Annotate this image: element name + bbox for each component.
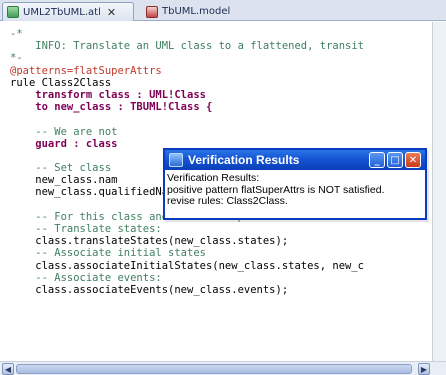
code-line: -- Associate events: bbox=[10, 271, 162, 284]
vertical-scrollbar[interactable] bbox=[432, 22, 446, 361]
code-line: class.associateInitialStates(new_class.s… bbox=[10, 259, 365, 272]
editor-tab-bar: UML2TbUML.atl ✕ TbUML.model bbox=[0, 0, 446, 21]
code-line: to new_class : TBUML!Class { bbox=[10, 101, 213, 114]
code-line: -* bbox=[10, 28, 23, 40]
atl-file-icon bbox=[7, 6, 19, 18]
code-line: rule Class2Class bbox=[10, 76, 112, 89]
verification-results-dialog: Verification Results _ □ ✕ Verification … bbox=[163, 148, 427, 220]
dialog-line: Verification Results: bbox=[167, 172, 260, 184]
code-line: class.associateEvents(new_class.events); bbox=[10, 283, 289, 296]
code-line: -- We are not bbox=[10, 125, 118, 138]
code-line: @patterns=flatSuperAttrs bbox=[10, 64, 162, 77]
code-line: -- Translate states: bbox=[10, 223, 162, 235]
scroll-thumb[interactable] bbox=[16, 364, 412, 374]
code-line: INFO: Translate an UML class to a flatte… bbox=[10, 40, 365, 53]
tab-label: TbUML.model bbox=[162, 6, 231, 17]
scroll-right-arrow-icon[interactable]: ▶ bbox=[418, 363, 430, 375]
dialog-titlebar[interactable]: Verification Results _ □ ✕ bbox=[165, 150, 425, 170]
maximize-button[interactable]: □ bbox=[387, 152, 403, 168]
close-button[interactable]: ✕ bbox=[405, 152, 421, 168]
close-icon[interactable]: ✕ bbox=[107, 6, 116, 19]
scroll-left-arrow-icon[interactable]: ◀ bbox=[2, 363, 14, 375]
java-window-icon bbox=[169, 153, 183, 167]
tab-label: UML2TbUML.atl bbox=[23, 6, 101, 18]
minimize-button[interactable]: _ bbox=[369, 152, 385, 168]
dialog-line: revise rules: Class2Class. bbox=[167, 195, 288, 207]
tab-tbuml-model[interactable]: TbUML.model bbox=[142, 2, 262, 21]
editor-gutter bbox=[0, 22, 8, 361]
code-line: class.translateStates(new_class.states); bbox=[10, 235, 289, 248]
code-line: *- bbox=[10, 52, 23, 65]
code-line: transform class : UML!Class bbox=[10, 88, 206, 101]
tab-uml2tbuml[interactable]: UML2TbUML.atl ✕ bbox=[2, 2, 134, 21]
code-line: -- Associate initial states bbox=[10, 247, 206, 260]
horizontal-scrollbar[interactable]: ◀ ▶ bbox=[0, 361, 446, 375]
dialog-title: Verification Results bbox=[188, 153, 300, 167]
dialog-message: Verification Results: positive pattern f… bbox=[167, 172, 384, 208]
model-file-icon bbox=[146, 5, 158, 18]
